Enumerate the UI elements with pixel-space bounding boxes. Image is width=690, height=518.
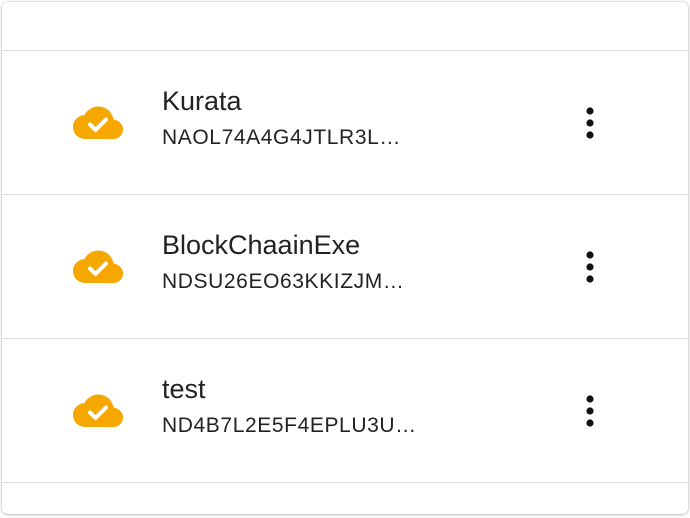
account-name: Kurata — [162, 86, 242, 116]
more-vert-icon[interactable] — [574, 247, 606, 287]
account-name: BlockChaainExe — [162, 230, 361, 260]
account-row-kurata[interactable]: Kurata NAOL74A4G4JTLR3L… — [2, 51, 688, 195]
cloud-done-icon — [72, 249, 124, 285]
account-row-blockchaainexe[interactable]: BlockChaainExe NDSU26EO63KKIZJM… — [2, 195, 688, 339]
account-name: test — [162, 374, 206, 404]
cloud-done-icon — [72, 105, 124, 141]
account-info: Kurata NAOL74A4G4JTLR3L… — [162, 84, 542, 151]
account-info: BlockChaainExe NDSU26EO63KKIZJM… — [162, 228, 542, 295]
account-address: NDSU26EO63KKIZJM… — [162, 270, 405, 293]
account-address: NAOL74A4G4JTLR3L… — [162, 126, 401, 149]
account-row-test[interactable]: test ND4B7L2E5F4EPLU3U… — [2, 339, 688, 483]
more-vert-icon[interactable] — [574, 391, 606, 431]
account-list-card: Kurata NAOL74A4G4JTLR3L… BlockChaainExe … — [2, 2, 688, 514]
list-header-spacer — [2, 2, 688, 51]
account-address: ND4B7L2E5F4EPLU3U… — [162, 414, 417, 437]
account-info: test ND4B7L2E5F4EPLU3U… — [162, 372, 542, 439]
cloud-done-icon — [72, 393, 124, 429]
more-vert-icon[interactable] — [574, 103, 606, 143]
